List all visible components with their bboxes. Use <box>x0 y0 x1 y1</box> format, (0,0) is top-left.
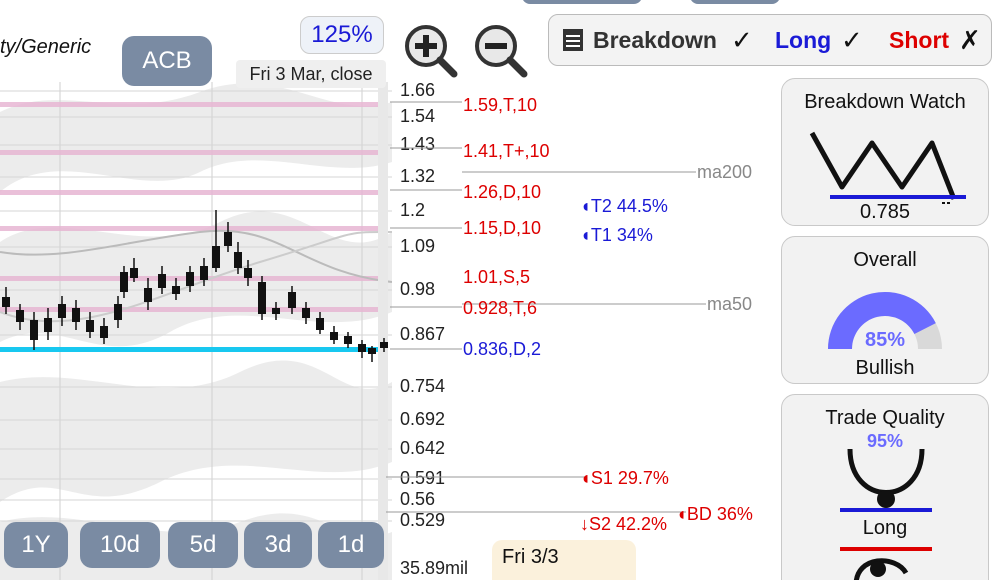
level-label: 0.836,D,2 <box>463 339 542 359</box>
candle <box>368 348 376 354</box>
ticker-category: ty/Generic <box>0 36 92 58</box>
zoom-out-icon[interactable] <box>472 22 528 78</box>
price-chart[interactable] <box>0 82 392 580</box>
breakdown-value: 0.785 <box>859 201 911 223</box>
breakdown-zigzag-icon <box>809 131 966 204</box>
stop-s2: ↓S2 42.2% <box>580 514 668 534</box>
candle <box>130 268 138 278</box>
half-moon-icon: ◖ <box>580 225 591 245</box>
candle <box>258 282 266 314</box>
cap-icon <box>840 547 932 580</box>
price-tick: 35.89mil <box>400 558 469 578</box>
candle <box>344 336 352 344</box>
target-t1: ◖T1 34% <box>580 225 653 245</box>
candle <box>186 272 194 286</box>
trade-quality-label: Long <box>862 517 908 539</box>
cup-icon <box>840 448 932 512</box>
candle <box>224 232 232 246</box>
candle <box>30 320 38 340</box>
top-button-partial-2[interactable] <box>690 0 780 4</box>
candle <box>200 266 208 280</box>
trade-quality-panel[interactable]: Trade Quality 95% Long <box>781 394 989 580</box>
symbol-button[interactable]: ACB <box>122 36 212 86</box>
level-label: 1.01,S,5 <box>463 267 531 287</box>
long-toggle[interactable]: Long <box>775 27 831 54</box>
date-tooltip: Fri 3/3 <box>492 540 636 580</box>
tab-1d[interactable]: 1d <box>318 522 384 568</box>
breakdown-check-icon: ✓ <box>731 25 753 55</box>
overall-percent: 85% <box>864 329 906 351</box>
candle <box>272 308 280 314</box>
ma200-label: ma200 <box>697 162 753 182</box>
target-t2: ◖T2 44.5% <box>580 196 668 216</box>
list-icon <box>563 29 583 51</box>
overall-label: Bullish <box>855 357 915 379</box>
candle <box>212 246 220 268</box>
half-moon-icon: ◖ <box>580 196 591 216</box>
panel-title: Overall <box>853 249 917 271</box>
breakdown-bd: ◖BD 36% <box>676 504 753 524</box>
level-label: 1.15,D,10 <box>463 218 542 238</box>
breakdown-watch-panel[interactable]: Breakdown Watch 0.785 <box>781 78 989 226</box>
top-button-partial[interactable] <box>522 0 642 4</box>
tab-10d[interactable]: 10d <box>80 522 160 568</box>
candle <box>120 272 128 292</box>
candle <box>330 332 338 340</box>
tab-1y[interactable]: 1Y <box>4 522 68 568</box>
breakdown-toggle[interactable]: Breakdown <box>593 27 717 54</box>
mode-toolbar: Breakdown ✓ Long ✓ Short ✗ <box>548 14 992 66</box>
level-label: 1.26,D,10 <box>463 182 542 202</box>
level-label: 0.928,T,6 <box>463 298 538 318</box>
date-label: Fri 3 Mar, close <box>236 60 386 88</box>
candle <box>44 318 52 332</box>
half-moon-icon: ◖ <box>580 468 591 488</box>
tooltip-date: Fri 3/3 <box>502 546 559 568</box>
stop-s1: ◖S1 29.7% <box>580 468 669 488</box>
candle <box>172 286 180 294</box>
down-arrow-icon: ↓ <box>580 514 589 534</box>
candle <box>58 304 66 318</box>
candle <box>288 292 296 308</box>
candle <box>16 310 24 322</box>
half-moon-icon: ◖ <box>676 504 687 524</box>
overall-panel[interactable]: Overall 85% Bullish <box>781 236 989 384</box>
level-label: 1.59,T,10 <box>463 95 538 115</box>
candle <box>302 308 310 318</box>
candle <box>144 288 152 302</box>
candle <box>114 304 122 320</box>
support-line <box>0 347 380 352</box>
zoom-level[interactable]: 125% <box>300 16 384 54</box>
candle <box>72 308 80 322</box>
short-x-icon: ✗ <box>959 25 981 55</box>
candle <box>244 268 252 278</box>
tab-5d[interactable]: 5d <box>168 522 238 568</box>
candle <box>100 326 108 338</box>
zoom-in-icon[interactable] <box>402 22 458 78</box>
candle <box>86 320 94 332</box>
panel-title: Trade Quality <box>825 407 945 429</box>
candle <box>2 297 10 307</box>
app-stage: ty/Generic ACB 125% Fri 3 Mar, close Bre… <box>0 0 1000 580</box>
candle <box>234 252 242 268</box>
short-toggle[interactable]: Short <box>889 27 949 54</box>
candle <box>158 274 166 288</box>
candle <box>316 318 324 330</box>
tab-3d[interactable]: 3d <box>244 522 312 568</box>
ma50-label: ma50 <box>707 294 753 314</box>
candle <box>358 344 366 352</box>
level-label: 1.41,T+,10 <box>463 141 550 161</box>
long-check-icon: ✓ <box>841 25 863 55</box>
panel-title: Breakdown Watch <box>804 91 966 113</box>
